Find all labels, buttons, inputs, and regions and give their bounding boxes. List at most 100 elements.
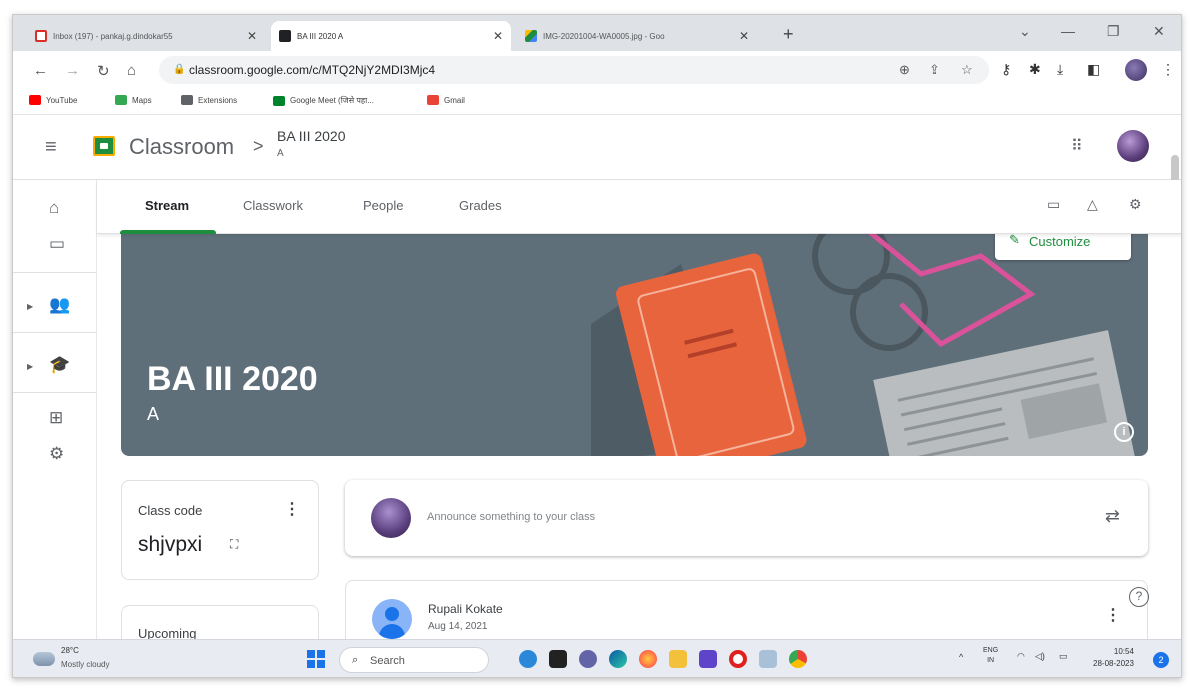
- account-avatar[interactable]: [1117, 130, 1149, 162]
- profile-avatar-icon[interactable]: [1125, 59, 1147, 81]
- bookmark-maps[interactable]: Maps: [115, 95, 152, 105]
- cloud-icon[interactable]: [33, 652, 55, 666]
- window-close-icon[interactable]: ✕: [1153, 23, 1165, 40]
- battery-icon[interactable]: ▭: [1059, 651, 1068, 662]
- install-app-icon[interactable]: ⊕: [899, 62, 910, 78]
- close-icon[interactable]: ✕: [247, 29, 257, 43]
- class-code-value: shjvpxi: [138, 533, 203, 556]
- tab-stream[interactable]: Stream: [145, 198, 189, 213]
- tab-classwork[interactable]: Classwork: [243, 198, 303, 213]
- bookmark-youtube[interactable]: YouTube: [29, 95, 77, 105]
- breadcrumb-course-name[interactable]: BA III 2020: [277, 128, 346, 144]
- browser-window: Inbox (197) - pankaj.g.dindokar55 ✕ BA I…: [12, 14, 1182, 678]
- reload-icon[interactable]: ↻: [97, 62, 110, 80]
- app-icon[interactable]: [699, 650, 717, 668]
- tab-drive-image[interactable]: IMG-20201004-WA0005.jpg - Goo ✕: [517, 21, 757, 51]
- bookmark-gmail[interactable]: Gmail: [427, 95, 465, 105]
- google-apps-icon[interactable]: ⠿: [1071, 136, 1083, 156]
- forward-icon[interactable]: →: [65, 62, 80, 79]
- minimize-icon[interactable]: —: [1061, 23, 1075, 39]
- maps-icon: [115, 95, 127, 105]
- opera-icon[interactable]: [729, 650, 747, 668]
- classroom-logo-icon[interactable]: [93, 136, 115, 156]
- tab-classroom[interactable]: BA III 2020 A ✕: [271, 21, 511, 51]
- home-icon[interactable]: ⌂: [49, 198, 59, 218]
- chrome-icon[interactable]: [789, 650, 807, 668]
- address-bar[interactable]: 🔒 classroom.google.com/c/MTQ2NjY2MDI3Mjc…: [159, 56, 989, 84]
- settings-icon[interactable]: ⚙: [49, 444, 64, 464]
- nav-divider: [13, 272, 97, 273]
- language-indicator[interactable]: ENG IN: [983, 646, 998, 666]
- expand-arrow-icon[interactable]: ▶: [27, 362, 33, 371]
- extension-key-icon[interactable]: ⚷: [1001, 61, 1011, 78]
- close-icon[interactable]: ✕: [739, 29, 749, 43]
- home-icon[interactable]: ⌂: [127, 62, 136, 79]
- expand-arrow-icon[interactable]: ▶: [27, 302, 33, 311]
- archived-classes-icon[interactable]: ⊞: [49, 408, 63, 428]
- taskbar-clock[interactable]: 10:54 28-08-2023: [1093, 646, 1134, 670]
- classroom-header: ≡ Classroom > BA III 2020 A ⠿: [13, 116, 1181, 180]
- bookmark-label: Maps: [132, 95, 152, 105]
- edge-icon[interactable]: [609, 650, 627, 668]
- display-fullscreen-icon[interactable]: ⛶: [230, 537, 238, 552]
- nav-divider: [13, 392, 97, 393]
- clock-time: 10:54: [1113, 647, 1134, 656]
- windows-start-icon[interactable]: [307, 650, 325, 668]
- side-panel-icon[interactable]: ◧: [1087, 61, 1100, 78]
- bookmark-extensions[interactable]: Extensions: [181, 95, 237, 105]
- new-tab-button[interactable]: +: [783, 24, 794, 45]
- search-label: Search: [370, 655, 405, 667]
- calendar-icon[interactable]: ▭: [49, 234, 65, 254]
- photos-icon[interactable]: [759, 650, 777, 668]
- class-info-icon[interactable]: i: [1114, 422, 1134, 442]
- announce-placeholder[interactable]: Announce something to your class: [427, 511, 595, 523]
- file-explorer-icon[interactable]: [669, 650, 687, 668]
- wifi-icon[interactable]: ◠: [1017, 651, 1025, 662]
- help-icon[interactable]: ?: [1129, 587, 1149, 607]
- enrolled-people-icon[interactable]: 👥: [49, 295, 70, 315]
- restore-icon[interactable]: ❐: [1107, 23, 1120, 40]
- weather-temperature[interactable]: 28°C: [61, 646, 79, 655]
- banner-class-section: A: [147, 404, 160, 424]
- share-icon[interactable]: ⇪: [929, 62, 940, 78]
- bing-icon[interactable]: [519, 650, 537, 668]
- puzzle-icon: [181, 95, 193, 105]
- chat-icon[interactable]: [579, 650, 597, 668]
- hamburger-menu-icon[interactable]: ≡: [45, 136, 57, 159]
- tab-gmail[interactable]: Inbox (197) - pankaj.g.dindokar55 ✕: [27, 21, 265, 51]
- tab-people[interactable]: People: [363, 198, 403, 213]
- announce-box[interactable]: Announce something to your class ⇄: [345, 480, 1148, 556]
- chrome-menu-icon[interactable]: ⋮: [1161, 61, 1175, 78]
- download-icon[interactable]: ⤓: [1057, 61, 1063, 78]
- close-icon[interactable]: ✕: [493, 29, 503, 43]
- more-options-icon[interactable]: ⋮: [284, 499, 300, 519]
- app-title[interactable]: Classroom: [129, 134, 234, 160]
- teaching-cap-icon[interactable]: 🎓: [49, 355, 70, 375]
- notification-badge[interactable]: 2: [1153, 652, 1169, 668]
- bookmark-google-meet[interactable]: Google Meet (जिसे पहा...: [273, 95, 374, 106]
- back-icon[interactable]: ←: [33, 62, 48, 79]
- browser-toolbar: ← → ↻ ⌂ 🔒 classroom.google.com/c/MTQ2NjY…: [13, 51, 1181, 89]
- tab-label: BA III 2020 A: [297, 31, 344, 41]
- reuse-post-icon[interactable]: ⇄: [1105, 506, 1120, 527]
- google-calendar-icon[interactable]: ▭: [1047, 196, 1060, 213]
- class-settings-icon[interactable]: ⚙: [1129, 196, 1142, 213]
- volume-icon[interactable]: ◁): [1035, 651, 1045, 662]
- firefox-icon[interactable]: [639, 650, 657, 668]
- tab-search-icon[interactable]: ⌄: [1019, 23, 1031, 40]
- bookmarks-bar: YouTube Maps Extensions Google Meet (जिस…: [13, 89, 1181, 115]
- bookmark-label: Gmail: [444, 95, 465, 105]
- class-drive-folder-icon[interactable]: △: [1087, 196, 1098, 213]
- extensions-puzzle-icon[interactable]: ✱: [1029, 61, 1041, 78]
- task-view-icon[interactable]: [549, 650, 567, 668]
- post-more-options-icon[interactable]: ⋮: [1105, 605, 1121, 625]
- weather-condition[interactable]: Mostly cloudy: [61, 660, 109, 669]
- show-hidden-icons-chevron-icon[interactable]: ^: [959, 652, 963, 662]
- url-text[interactable]: classroom.google.com/c/MTQ2NjY2MDI3Mjc4: [189, 63, 435, 77]
- banner-class-title: BA III 2020: [147, 360, 318, 398]
- bookmark-star-icon[interactable]: ☆: [961, 62, 973, 78]
- bookmark-label: YouTube: [46, 95, 78, 105]
- tab-grades[interactable]: Grades: [459, 198, 502, 213]
- taskbar-search[interactable]: ⌕ Search: [339, 647, 489, 673]
- meet-icon: [273, 95, 285, 106]
